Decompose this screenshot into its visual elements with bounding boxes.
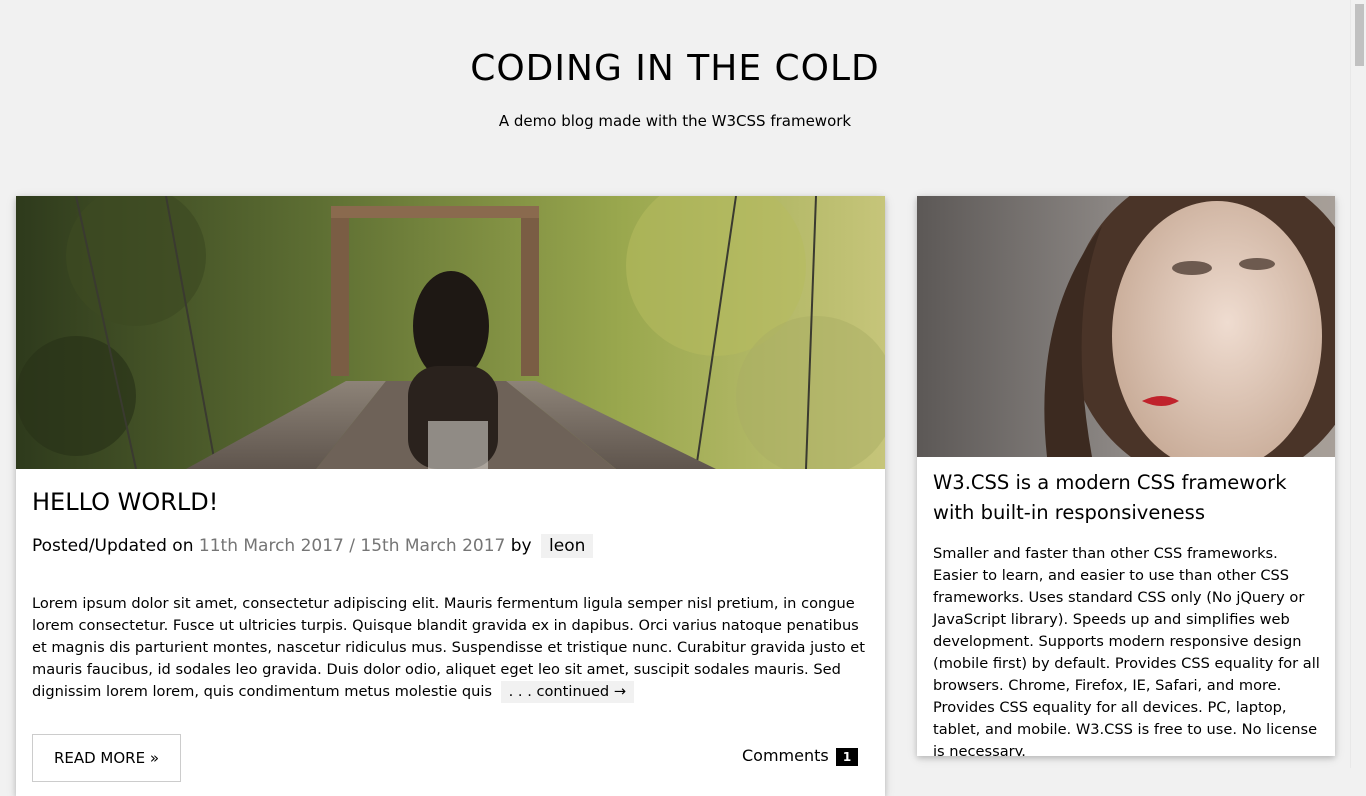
site-subtitle: A demo blog made with the W3CSS framewor… <box>498 112 852 130</box>
portrait-photo <box>917 196 1335 457</box>
sidebar-card-title: W3.CSS is a modern CSS framework with bu… <box>933 471 1287 524</box>
excerpt-text: Lorem ipsum dolor sit amet, consectetur … <box>32 595 865 700</box>
post-dates: 11th March 2017 / 15th March 2017 <box>198 536 506 556</box>
continued-link[interactable]: . . . continued → <box>500 681 635 703</box>
scrollbar-thumb[interactable] <box>1355 4 1364 66</box>
comments-link[interactable]: Comments 1 <box>742 746 859 766</box>
author-tag[interactable]: leon <box>541 534 594 558</box>
sidebar-card: W3.CSS is a modern CSS framework with bu… <box>917 196 1335 756</box>
post-title[interactable]: HELLO WORLD! <box>32 488 218 516</box>
page-scrollbar[interactable] <box>1350 0 1366 768</box>
post-meta: Posted/Updated on 11th March 2017 / 15th… <box>32 534 594 558</box>
comment-count-badge: 1 <box>835 747 859 766</box>
post-card: HELLO WORLD! Posted/Updated on 11th Marc… <box>16 196 885 796</box>
comments-label: Comments <box>742 746 829 765</box>
post-image <box>16 196 885 469</box>
meta-prefix: Posted/Updated on <box>32 536 194 556</box>
read-more-button[interactable]: READ MORE » <box>32 734 181 782</box>
meta-by: by <box>510 536 532 556</box>
site-header: CODING IN THE COLD A demo blog made with… <box>0 0 1350 196</box>
sidebar-card-text: Smaller and faster than other CSS framew… <box>933 545 1320 756</box>
bridge-photo <box>16 196 885 469</box>
sidebar-image <box>917 196 1335 457</box>
site-title: CODING IN THE COLD <box>470 48 880 89</box>
post-excerpt: Lorem ipsum dolor sit amet, consectetur … <box>32 593 869 703</box>
